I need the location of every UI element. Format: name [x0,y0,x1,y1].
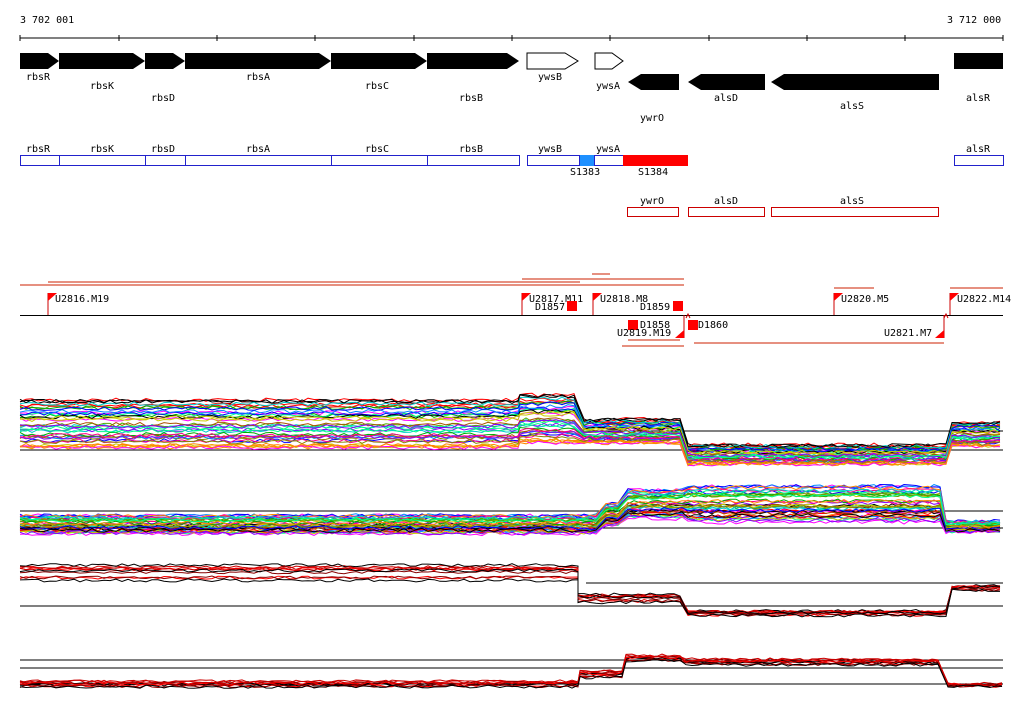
gene-label: rbsC [365,81,389,92]
genome-browser-view: 3 702 001 3 712 000 rbsR rbsK rbsD rbsA … [19,15,1011,689]
coordinate-end: 3 712 000 [947,15,1001,26]
site-label: D1859 [640,302,670,313]
site-d1859[interactable]: D1859 [640,301,683,313]
gene-label: ywsB [538,72,562,83]
gene-arrows-track: rbsR rbsK rbsD rbsA rbsC rbsB ywsB ywsA [20,52,1003,124]
gene-label: alsS [840,101,864,112]
site-d1860[interactable]: D1860 [688,320,728,331]
site-d1857[interactable]: D1857 [535,301,577,313]
site-u2821[interactable]: U2821.M7 [884,315,945,339]
gene-label: rbsK [90,81,114,92]
gene-label: rbsA [246,72,270,83]
box-label: ywsA [596,144,620,155]
gene-rbsR[interactable]: rbsR [20,53,59,83]
site-label: D1857 [535,302,565,313]
site-label: U2816.M19 [55,294,109,305]
transcription-units-track: U2816.M19 U2817.M11 U2818.M8 U2820.M5 U2… [20,273,1011,347]
gene-label: alsD [714,93,738,104]
gene-alsS[interactable]: alsS [771,74,939,112]
site-label: U2822.M14 [957,294,1011,305]
expression-profiles [19,392,1003,689]
site-label: U2820.M5 [841,294,889,305]
gene-ywsB[interactable]: ywsB [526,52,579,83]
site-u2822[interactable]: U2822.M14 [949,293,1011,315]
gene-rbsB[interactable]: rbsB [427,53,519,104]
reverse-gene-box-track [627,207,939,217]
gene-label: rbsD [151,93,175,104]
gene-alsD[interactable]: alsD [688,74,765,104]
gene-rbsK[interactable]: rbsK [59,53,145,92]
site-u2816[interactable]: U2816.M19 [47,293,109,315]
box-label: rbsC [365,144,389,155]
gene-label: rbsR [26,72,51,83]
box-label: ywrO [640,196,664,207]
site-u2820[interactable]: U2820.M5 [833,293,889,315]
gene-ywsA[interactable]: ywsA [594,52,624,92]
box-label: alsS [840,196,864,207]
box-label: rbsB [459,144,483,155]
feature-s1384[interactable]: S1384 [623,155,688,178]
gene-rbsA[interactable]: rbsA [185,53,331,83]
gene-rbsC[interactable]: rbsC [331,53,427,92]
feature-label: S1384 [638,167,668,178]
site-label: U2821.M7 [884,328,932,339]
forward-gene-box-labels: rbsR rbsK rbsD rbsA rbsC rbsB ywsB ywsA … [26,144,991,155]
gene-alsR[interactable]: alsR [954,53,1003,104]
box-label: rbsA [246,144,270,155]
gene-label: ywsA [596,81,620,92]
box-label: rbsD [151,144,175,155]
gene-rbsD[interactable]: rbsD [145,53,185,104]
coordinate-start: 3 702 001 [20,15,74,26]
site-label: U2819.M19 [617,328,671,339]
box-label: rbsR [26,144,51,155]
box-label: rbsK [90,144,114,155]
box-label: ywsB [538,144,562,155]
forward-gene-box-track [20,155,1004,166]
gene-label: ywrO [640,113,664,124]
box-label: alsR [966,144,991,155]
transcript-lines [20,273,1003,347]
gene-label: alsR [966,93,991,104]
coordinate-ruler: 3 702 001 3 712 000 [19,15,1004,41]
gene-ywrO[interactable]: ywrO [628,74,679,124]
gene-label: rbsB [459,93,483,104]
reverse-gene-box-labels: ywrO alsD alsS [640,196,864,207]
feature-label: S1383 [570,167,600,178]
box-label: alsD [714,196,738,207]
site-label: D1860 [698,320,728,331]
